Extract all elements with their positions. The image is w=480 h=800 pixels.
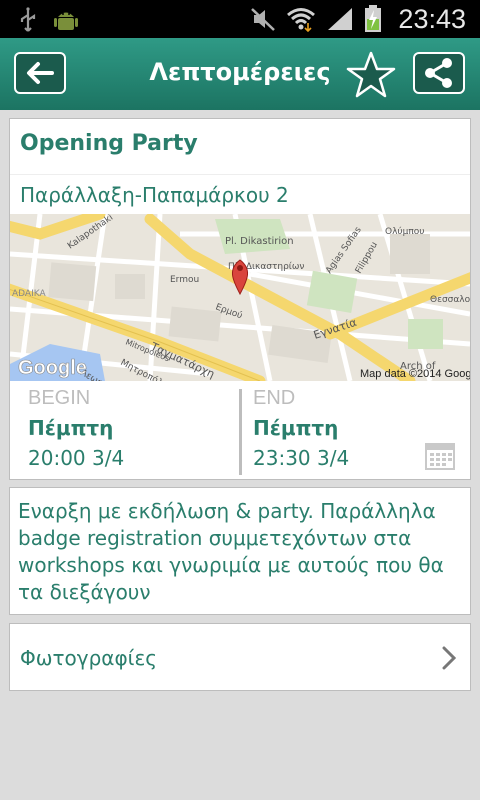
share-button[interactable] [413, 52, 465, 94]
photos-label: Φωτογραφίες [20, 646, 157, 670]
android-debug-icon [54, 12, 78, 30]
status-bar: 23:43 [0, 0, 480, 38]
star-icon [346, 51, 396, 98]
end-day: Πέμπτη [253, 416, 339, 440]
map-label: ADAIKA [12, 289, 46, 299]
map-label: Ermou [170, 275, 199, 285]
wifi-icon [287, 8, 316, 32]
map-label: Ολύμπου [385, 226, 424, 237]
mute-icon [251, 8, 276, 31]
event-address: Παράλλαξη-Παπαμάρκου 2 [20, 183, 289, 207]
map-canvas: Pl. Dikastirion Πλ. Δικαστηρίων Ermou Ερ… [10, 214, 470, 381]
status-clock: 23:43 [398, 3, 466, 34]
map-label: Θεσσαλονίκη [430, 295, 470, 305]
favorite-button[interactable] [346, 51, 396, 99]
begin-label: BEGIN [28, 387, 91, 409]
event-map[interactable]: Pl. Dikastirion Πλ. Δικαστηρίων Ermou Ερ… [10, 214, 470, 381]
add-to-calendar-button[interactable] [424, 439, 456, 475]
datetime-divider [239, 389, 242, 475]
begin-time: 20:00 3/4 [28, 446, 125, 470]
begin-block: BEGIN Πέμπτη 20:00 3/4 [28, 387, 124, 470]
end-time: 23:30 3/4 [253, 446, 350, 470]
calendar-icon [425, 443, 455, 470]
description-card: Εναρξη με εκδήλωση & party. Παράλληλα ba… [9, 487, 471, 615]
begin-day: Πέμπτη [28, 416, 114, 440]
action-bar: Λεπτομέρειες [0, 38, 480, 110]
event-datetime: BEGIN Πέμπτη 20:00 3/4 END Πέμπτη 23:30 … [10, 383, 470, 481]
battery-charging-icon [365, 5, 382, 32]
google-logo: Google [18, 357, 87, 379]
end-block: END Πέμπτη 23:30 3/4 [253, 387, 349, 470]
map-label: Pl. Dikastirion [225, 236, 294, 247]
photos-row[interactable]: Φωτογραφίες [9, 623, 471, 691]
share-icon [425, 58, 452, 88]
event-description: Εναρξη με εκδήλωση & party. Παράλληλα ba… [18, 499, 444, 604]
chevron-right-icon [442, 646, 456, 670]
usb-icon [20, 7, 36, 32]
map-attribution: Map data ©2014 Google [360, 368, 470, 380]
event-details-card: Opening Party Παράλλαξη-Παπαμάρκου 2 Pl.… [9, 118, 471, 480]
end-label: END [253, 387, 296, 409]
page-title: Λεπτομέρειες [149, 58, 331, 86]
event-title: Opening Party [20, 131, 198, 156]
signal-icon [328, 8, 353, 30]
